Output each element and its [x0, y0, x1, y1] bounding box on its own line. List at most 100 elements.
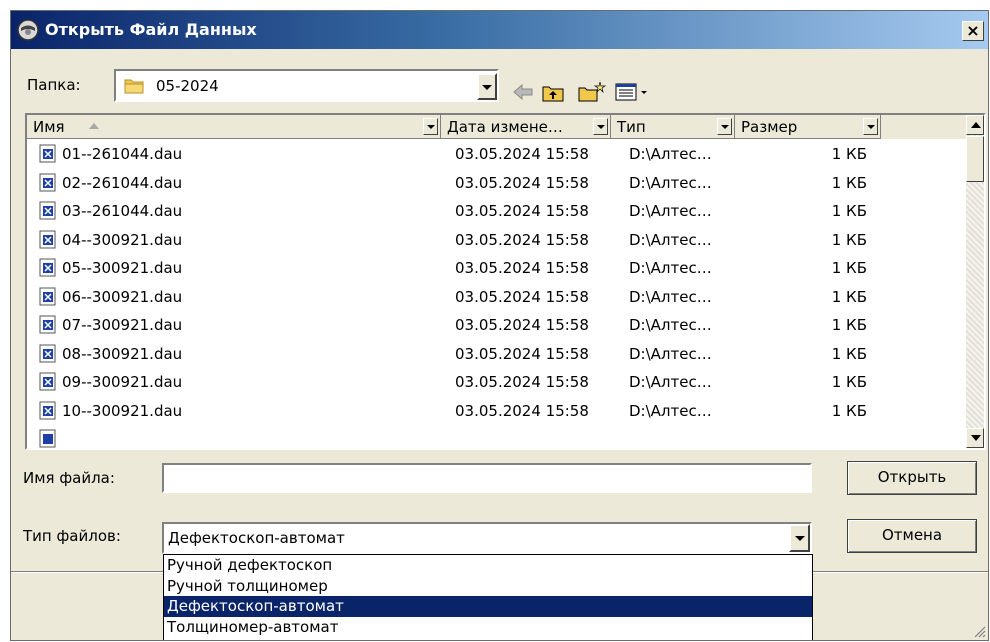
new-folder-icon[interactable] [577, 81, 607, 103]
view-menu-icon[interactable] [615, 81, 653, 103]
column-header-name[interactable]: Имя [27, 115, 441, 139]
file-size: 1 КБ [831, 202, 867, 220]
back-arrow-icon[interactable] [511, 81, 535, 103]
scroll-up-button[interactable] [966, 115, 984, 135]
filetype-label: Тип файлов: [23, 527, 121, 545]
title-bar[interactable]: Открыть Файл Данных × [11, 11, 988, 49]
file-type: D:\Алтес… [629, 202, 712, 220]
file-size: 1 КБ [831, 316, 867, 334]
list-item[interactable]: 01--261044.dau 03.05.2024 15:58 D:\Алтес… [27, 141, 968, 170]
chevron-down-icon [596, 124, 605, 129]
filetype-combo[interactable]: Дефектоскоп-автомат [162, 522, 812, 554]
open-button[interactable]: Открыть [847, 461, 977, 495]
open-data-file-dialog: Открыть Файл Данных × Папка: 05-2024 Имя [10, 10, 989, 641]
file-type: D:\Алтес… [629, 173, 712, 192]
list-item[interactable]: 07--300921.dau 03.05.2024 15:58 D:\Алтес… [27, 312, 968, 341]
file-size: 1 КБ [831, 344, 867, 363]
scroll-thumb[interactable] [966, 136, 984, 182]
file-type: D:\Алтес… [629, 287, 712, 306]
file-size: 1 КБ [831, 173, 867, 192]
filetype-option[interactable]: Ручной дефектоскоп [164, 555, 812, 576]
list-item[interactable]: 05--300921.dau 03.05.2024 15:58 D:\Алтес… [27, 255, 968, 284]
file-date: 03.05.2024 15:58 [455, 316, 589, 334]
file-size: 1 КБ [831, 287, 867, 306]
chevron-down-icon [720, 124, 729, 129]
arrow-down-icon [971, 435, 981, 441]
sort-ascending-icon [89, 123, 99, 129]
filetype-value: Дефектоскоп-автомат [168, 529, 345, 547]
list-item-partial[interactable] [27, 426, 968, 448]
column-header-size[interactable]: Размер [735, 115, 881, 139]
cancel-button[interactable]: Отмена [847, 519, 977, 553]
file-name: 07--300921.dau [62, 316, 183, 334]
list-item[interactable]: 02--261044.dau 03.05.2024 15:58 D:\Алтес… [27, 170, 968, 199]
dau-file-icon [39, 315, 56, 334]
file-date: 03.05.2024 15:58 [455, 230, 589, 249]
file-list[interactable]: Имя Дата измене… Тип Размер 01--261044.d… [25, 113, 986, 450]
app-disc-icon [17, 19, 39, 41]
file-type: D:\Алтес… [629, 230, 712, 249]
file-name: 02--261044.dau [62, 173, 183, 192]
list-item[interactable]: 06--300921.dau 03.05.2024 15:58 D:\Алтес… [27, 284, 968, 313]
dau-file-icon [39, 287, 56, 305]
list-item[interactable]: 04--300921.dau 03.05.2024 15:58 D:\Алтес… [27, 227, 968, 256]
column-filter-button[interactable] [863, 118, 878, 135]
chevron-down-icon [482, 84, 492, 90]
file-date: 03.05.2024 15:58 [455, 259, 589, 277]
up-folder-icon[interactable] [541, 81, 565, 103]
file-name: 04--300921.dau [62, 230, 183, 249]
column-filter-button[interactable] [717, 118, 732, 135]
file-date: 03.05.2024 15:58 [455, 145, 589, 163]
folder-combo[interactable]: 05-2024 [114, 69, 499, 102]
file-date: 03.05.2024 15:58 [455, 373, 589, 391]
file-date: 03.05.2024 15:58 [455, 173, 589, 192]
folder-icon [124, 79, 144, 94]
list-item[interactable]: 10--300921.dau 03.05.2024 15:58 D:\Алтес… [27, 398, 968, 427]
file-name: 01--261044.dau [62, 145, 183, 163]
file-date: 03.05.2024 15:58 [455, 202, 589, 220]
list-rows: 01--261044.dau 03.05.2024 15:58 D:\Алтес… [27, 141, 968, 448]
file-size: 1 КБ [831, 145, 867, 163]
filetype-option-selected[interactable]: Дефектоскоп-автомат [164, 596, 812, 617]
file-type: D:\Алтес… [629, 145, 712, 163]
column-filter-button[interactable] [593, 118, 608, 135]
list-item[interactable]: 03--261044.dau 03.05.2024 15:58 D:\Алтес… [27, 198, 968, 227]
file-name: 09--300921.dau [62, 373, 183, 391]
filename-label: Имя файла: [23, 469, 115, 487]
file-date: 03.05.2024 15:58 [455, 287, 589, 306]
dau-file-icon [39, 144, 56, 163]
resize-grip-icon[interactable] [972, 624, 986, 638]
list-item[interactable]: 08--300921.dau 03.05.2024 15:58 D:\Алтес… [27, 341, 968, 370]
list-item[interactable]: 09--300921.dau 03.05.2024 15:58 D:\Алтес… [27, 369, 968, 398]
folder-label: Папка: [27, 76, 81, 94]
dau-file-icon [39, 429, 56, 448]
file-name: 10--300921.dau [62, 401, 183, 420]
dau-file-icon [39, 344, 56, 362]
file-size: 1 КБ [831, 373, 867, 391]
vertical-scrollbar[interactable] [966, 115, 984, 448]
folder-dropdown-button[interactable] [477, 73, 497, 100]
column-header-date[interactable]: Дата измене… [441, 115, 611, 139]
chevron-down-icon [866, 124, 875, 129]
dau-file-icon [39, 401, 56, 419]
dau-file-icon [39, 173, 56, 191]
column-header-type[interactable]: Тип [611, 115, 735, 139]
column-filter-button[interactable] [423, 118, 438, 135]
list-header: Имя Дата измене… Тип Размер [27, 115, 968, 139]
dau-file-icon [39, 230, 56, 248]
window-title: Открыть Файл Данных [45, 20, 257, 39]
filename-input[interactable] [162, 463, 812, 493]
arrow-up-icon [971, 122, 981, 128]
filetype-option[interactable]: Толщиномер-автомат [164, 617, 812, 638]
chevron-down-icon [794, 536, 805, 541]
file-date: 03.05.2024 15:58 [455, 344, 589, 363]
file-type: D:\Алтес… [629, 344, 712, 363]
filetype-dropdown-list[interactable]: Ручной дефектоскоп Ручной толщиномер Деф… [163, 554, 813, 640]
scroll-down-button[interactable] [966, 428, 984, 448]
filetype-option[interactable]: Ручной толщиномер [164, 576, 812, 597]
filetype-dropdown-button[interactable] [789, 524, 810, 552]
file-size: 1 КБ [831, 259, 867, 277]
file-type: D:\Алтес… [629, 401, 712, 420]
chevron-down-icon [426, 124, 435, 129]
close-button[interactable]: × [962, 21, 984, 41]
